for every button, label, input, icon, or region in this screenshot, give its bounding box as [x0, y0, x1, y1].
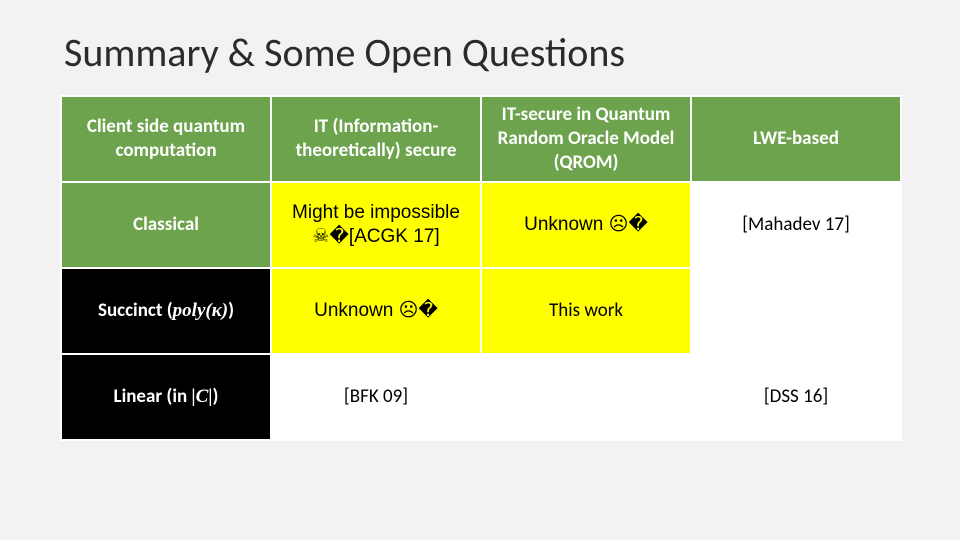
- cell-text: Unknown ☹�: [314, 300, 438, 321]
- label-suffix: ): [228, 299, 234, 322]
- slide: Summary & Some Open Questions Client sid…: [0, 0, 960, 540]
- header-col-qrom: IT-secure in Quantum Random Oracle Model…: [481, 96, 691, 182]
- row-classical-qrom: Unknown ☹�: [481, 182, 691, 268]
- label-prefix: Linear (in: [114, 385, 192, 408]
- row-linear-label: Linear (in |C|): [61, 354, 271, 440]
- label-math: |C|: [192, 386, 213, 407]
- summary-table: Client side quantum computation IT (Info…: [60, 95, 902, 441]
- cell-text: Might be impossible ☠�[ACGK 17]: [292, 202, 460, 247]
- row-classical-lwe: [Mahadev 17]: [691, 182, 901, 268]
- row-succinct-it: Unknown ☹�: [271, 268, 481, 354]
- label-math: poly(κ): [173, 300, 228, 321]
- table-row-linear: Linear (in |C|) [BFK 09] [DSS 16]: [61, 354, 901, 440]
- table-row-classical: Classical Might be impossible ☠�[ACGK 17…: [61, 182, 901, 268]
- row-linear-it: [BFK 09]: [271, 354, 481, 440]
- table-header-row: Client side quantum computation IT (Info…: [61, 96, 901, 182]
- cell-text: Unknown ☹�: [524, 214, 648, 235]
- header-rowlabel: Client side quantum computation: [61, 96, 271, 182]
- row-succinct-label: Succinct (poly(κ)): [61, 268, 271, 354]
- row-succinct-lwe: [691, 268, 901, 354]
- row-succinct-qrom: This work: [481, 268, 691, 354]
- row-linear-qrom: [481, 354, 691, 440]
- row-classical-it: Might be impossible ☠�[ACGK 17]: [271, 182, 481, 268]
- table-row-succinct: Succinct (poly(κ)) Unknown ☹� This work: [61, 268, 901, 354]
- slide-title: Summary & Some Open Questions: [64, 28, 900, 77]
- header-col-lwe: LWE-based: [691, 96, 901, 182]
- label-prefix: Succinct (: [98, 299, 173, 322]
- header-col-it: IT (Information-theoretically) secure: [271, 96, 481, 182]
- row-linear-lwe: [DSS 16]: [691, 354, 901, 440]
- row-classical-label: Classical: [61, 182, 271, 268]
- label-suffix: ): [213, 385, 219, 408]
